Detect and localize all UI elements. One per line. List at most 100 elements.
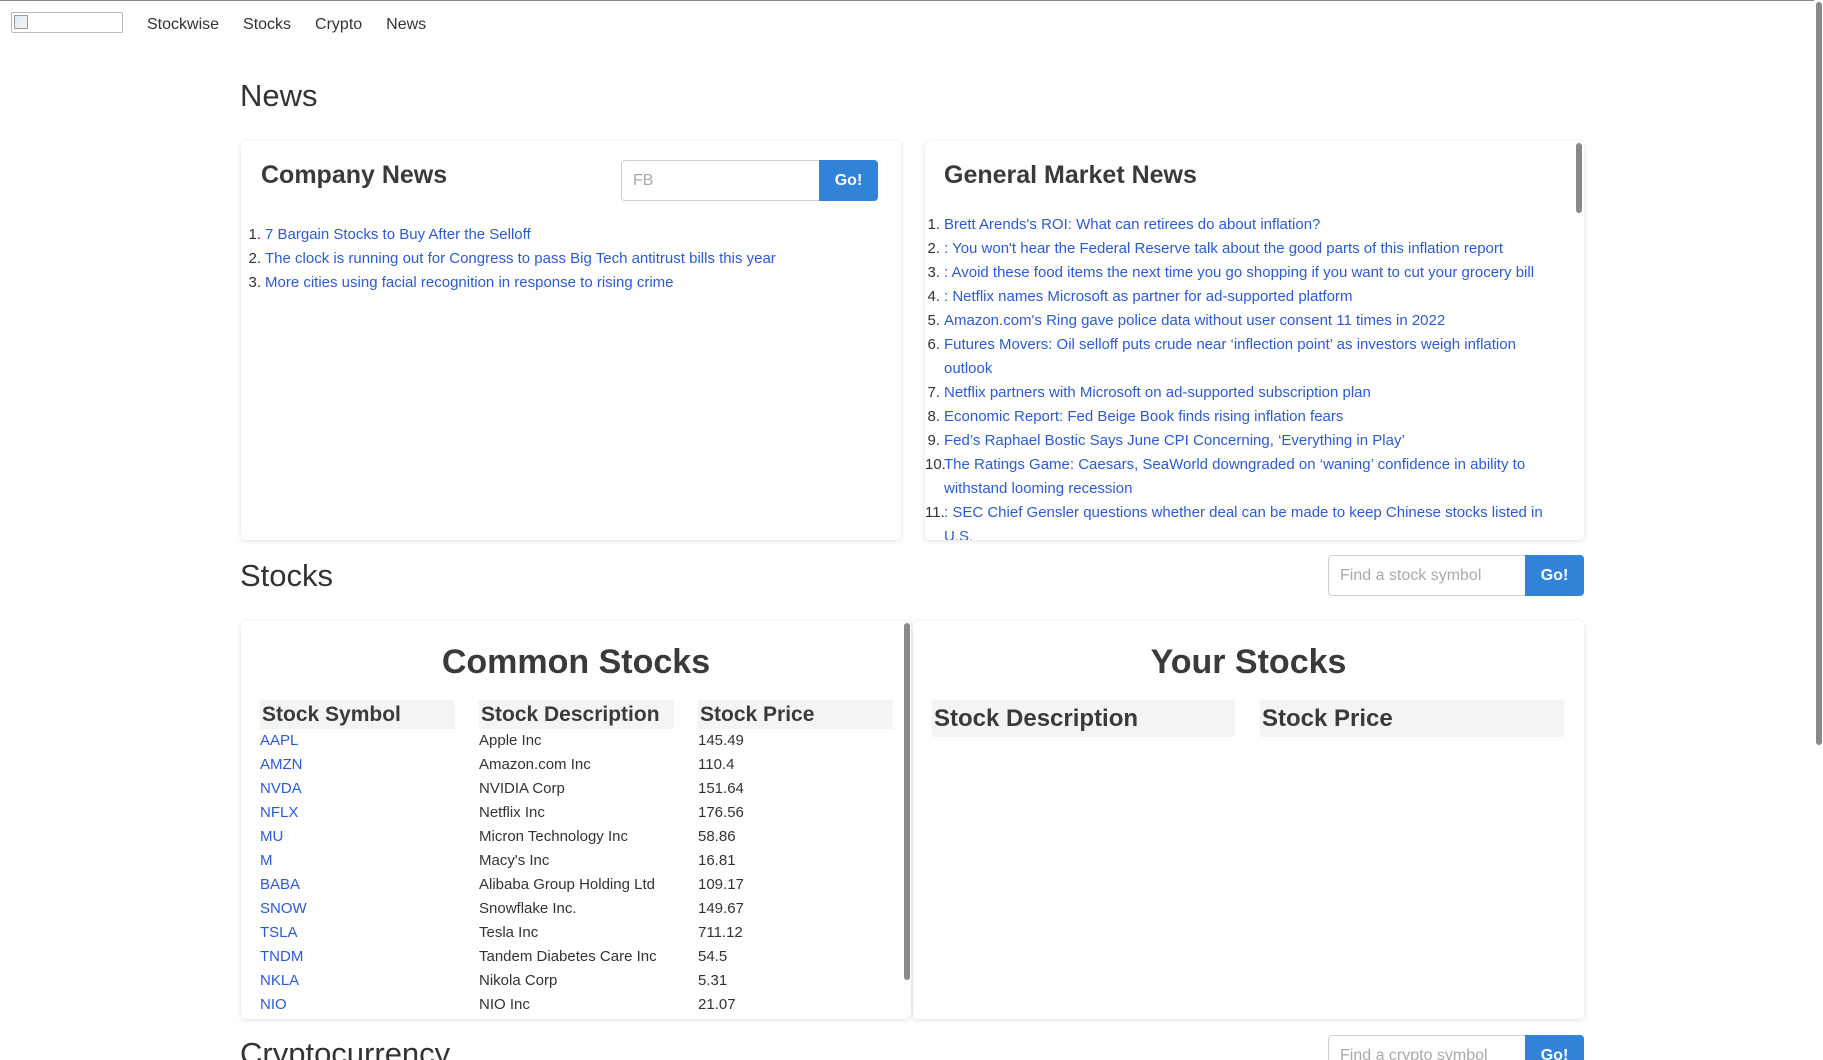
stock-description: Amazon.com Inc <box>479 756 591 773</box>
stock-symbol-link[interactable]: NIO <box>260 996 287 1013</box>
stock-price: 151.64 <box>698 780 744 797</box>
stock-price: 21.07 <box>698 996 736 1013</box>
stock-search-go-button[interactable]: Go! <box>1525 555 1584 596</box>
crypto-search-input[interactable] <box>1328 1035 1525 1060</box>
stock-description: Alibaba Group Holding Ltd <box>479 876 655 893</box>
nav-link-stockwise[interactable]: Stockwise <box>147 16 219 34</box>
news-item-number: 7. <box>927 384 940 401</box>
stock-symbol-link[interactable]: AMZN <box>260 756 303 773</box>
news-list-item: 2. The clock is running out for Congress … <box>247 247 887 271</box>
table-cell: SNOW <box>260 897 307 921</box>
table-cell: NKLA <box>260 969 299 993</box>
news-list-item: 10. The Ratings Game: Caesars, SeaWorld d… <box>925 453 1563 501</box>
stock-price: 58.86 <box>698 828 736 845</box>
news-headline-link[interactable]: More cities using facial recognition in … <box>261 271 674 295</box>
stock-symbol-link[interactable]: TSLA <box>260 924 298 941</box>
table-cell: NFLX <box>260 801 298 825</box>
news-headline-link[interactable]: Brett Arends's ROI: What can retirees do… <box>940 213 1320 237</box>
news-list-item: 4.: Netflix names Microsoft as partner f… <box>925 285 1563 309</box>
news-item-number: 2. <box>927 240 940 257</box>
table-cell: TNDM <box>260 945 303 969</box>
page-scrollbar-thumb[interactable] <box>1816 2 1822 745</box>
company-news-card: Company News Go! 1.7 Bargain Stocks to B… <box>241 141 901 540</box>
table-cell: BABA <box>260 873 300 897</box>
news-headline-link[interactable]: 7 Bargain Stocks to Buy After the Sellof… <box>261 223 531 247</box>
news-headline-link[interactable]: Netflix partners with Microsoft on ad-su… <box>940 381 1371 405</box>
stock-price: 109.17 <box>698 876 744 893</box>
stock-price: 149.67 <box>698 900 744 917</box>
news-headline-link[interactable]: : You won't hear the Federal Reserve tal… <box>940 237 1503 261</box>
news-item-number: 3. <box>248 274 261 291</box>
company-news-list: 1. 7 Bargain Stocks to Buy After the Sell… <box>247 223 887 295</box>
news-item-number: 11. <box>925 504 945 521</box>
news-item-number: 1. <box>248 226 261 243</box>
news-list-item: 1. Brett Arends's ROI: What can retirees … <box>925 213 1563 237</box>
crypto-search-go-button[interactable]: Go! <box>1525 1035 1584 1060</box>
stock-symbol-link[interactable]: SNOW <box>260 900 307 917</box>
stock-price: 16.81 <box>698 852 736 869</box>
stock-description: Netflix Inc <box>479 804 545 821</box>
stock-symbol-link[interactable]: NKLA <box>260 972 299 989</box>
nav-links: Stockwise Stocks Crypto News <box>147 16 426 34</box>
table-row: NFLX Netflix Inc 176.56 <box>241 801 911 825</box>
news-headline-link[interactable]: : Avoid these food items the next time y… <box>940 261 1534 285</box>
table-cell: AMZN <box>260 753 303 777</box>
news-item-number: 8. <box>927 408 940 425</box>
common-stocks-card: Common Stocks Stock Symbol Stock Descrip… <box>241 621 911 1019</box>
stock-symbol-link[interactable]: NVDA <box>260 780 302 797</box>
stock-symbol-link[interactable]: BABA <box>260 876 300 893</box>
stock-description: Nikola Corp <box>479 972 558 989</box>
stock-symbol-link[interactable]: TNDM <box>260 948 303 965</box>
table-row: BABA Alibaba Group Holding Ltd 109.17 <box>241 873 911 897</box>
news-list-item: 9. Fed’s Raphael Bostic Says June CPI Con… <box>925 429 1563 453</box>
table-row: MU Micron Technology Inc 58.86 <box>241 825 911 849</box>
table-row: AMZN Amazon.com Inc 110.4 <box>241 753 911 777</box>
stock-symbol-link[interactable]: MU <box>260 828 283 845</box>
top-navbar: Stockwise Stocks Crypto News <box>0 0 1823 52</box>
stock-price: 176.56 <box>698 804 744 821</box>
news-item-number: 3. <box>927 264 940 281</box>
stock-description: Tesla Inc <box>479 924 539 941</box>
news-item-number: 5. <box>927 312 940 329</box>
news-headline-link[interactable]: Amazon.com's Ring gave police data witho… <box>940 309 1445 333</box>
nav-link-news[interactable]: News <box>386 16 426 34</box>
news-headline-link[interactable]: Futures Movers: Oil selloff puts crude n… <box>940 333 1563 381</box>
stock-search-group: Go! <box>1328 555 1584 596</box>
company-search-group: Go! <box>621 160 878 201</box>
stock-price: 711.12 <box>698 924 743 941</box>
news-list-item: 3. More cities using facial recognition i… <box>247 271 887 295</box>
stock-symbol-link[interactable]: AAPL <box>260 732 298 749</box>
news-item-number: 10. <box>925 456 946 473</box>
table-cell: MU <box>260 825 283 849</box>
company-search-go-button[interactable]: Go! <box>819 160 878 201</box>
stock-symbol-link[interactable]: NFLX <box>260 804 298 821</box>
news-headline-link[interactable]: : SEC Chief Gensler questions whether de… <box>940 501 1563 540</box>
your-column-header-description: Stock Description <box>932 700 1235 737</box>
news-headline-link[interactable]: The clock is running out for Congress to… <box>261 247 776 271</box>
news-list-item: 1. 7 Bargain Stocks to Buy After the Sell… <box>247 223 887 247</box>
table-row: TSLA Tesla Inc 711.12 <box>241 921 911 945</box>
nav-link-crypto[interactable]: Crypto <box>315 16 362 34</box>
table-row: AAPL Apple Inc 145.49 <box>241 729 911 753</box>
company-search-input[interactable] <box>621 160 819 201</box>
general-news-list: 1. Brett Arends's ROI: What can retirees … <box>925 213 1563 540</box>
nav-link-stocks[interactable]: Stocks <box>243 16 291 34</box>
news-headline-link[interactable]: Economic Report: Fed Beige Book finds ri… <box>940 405 1343 429</box>
stock-description: Micron Technology Inc <box>479 828 628 845</box>
stock-description: Apple Inc <box>479 732 542 749</box>
your-column-header-price: Stock Price <box>1260 700 1564 737</box>
stock-price: 110.4 <box>698 756 735 773</box>
common-stocks-scrollbar[interactable] <box>904 623 910 980</box>
news-headline-link[interactable]: Fed’s Raphael Bostic Says June CPI Conce… <box>940 429 1405 453</box>
general-news-scrollbar[interactable] <box>1576 143 1582 213</box>
general-news-heading: General Market News <box>944 161 1197 189</box>
news-list-item: 11.: SEC Chief Gensler questions whether… <box>925 501 1563 540</box>
news-headline-link[interactable]: The Ratings Game: Caesars, SeaWorld down… <box>940 453 1563 501</box>
page-scrollbar[interactable] <box>1814 0 1823 1060</box>
common-stocks-table-body: AAPL Apple Inc 145.49 AMZN Amazon.com Inc 110… <box>241 729 911 1019</box>
general-news-card: General Market News 1. Brett Arends's ROI… <box>925 141 1584 540</box>
stock-search-input[interactable] <box>1328 555 1525 596</box>
stock-symbol-link[interactable]: M <box>260 852 273 869</box>
news-headline-link[interactable]: : Netflix names Microsoft as partner for… <box>940 285 1353 309</box>
logo-image[interactable] <box>11 12 123 33</box>
